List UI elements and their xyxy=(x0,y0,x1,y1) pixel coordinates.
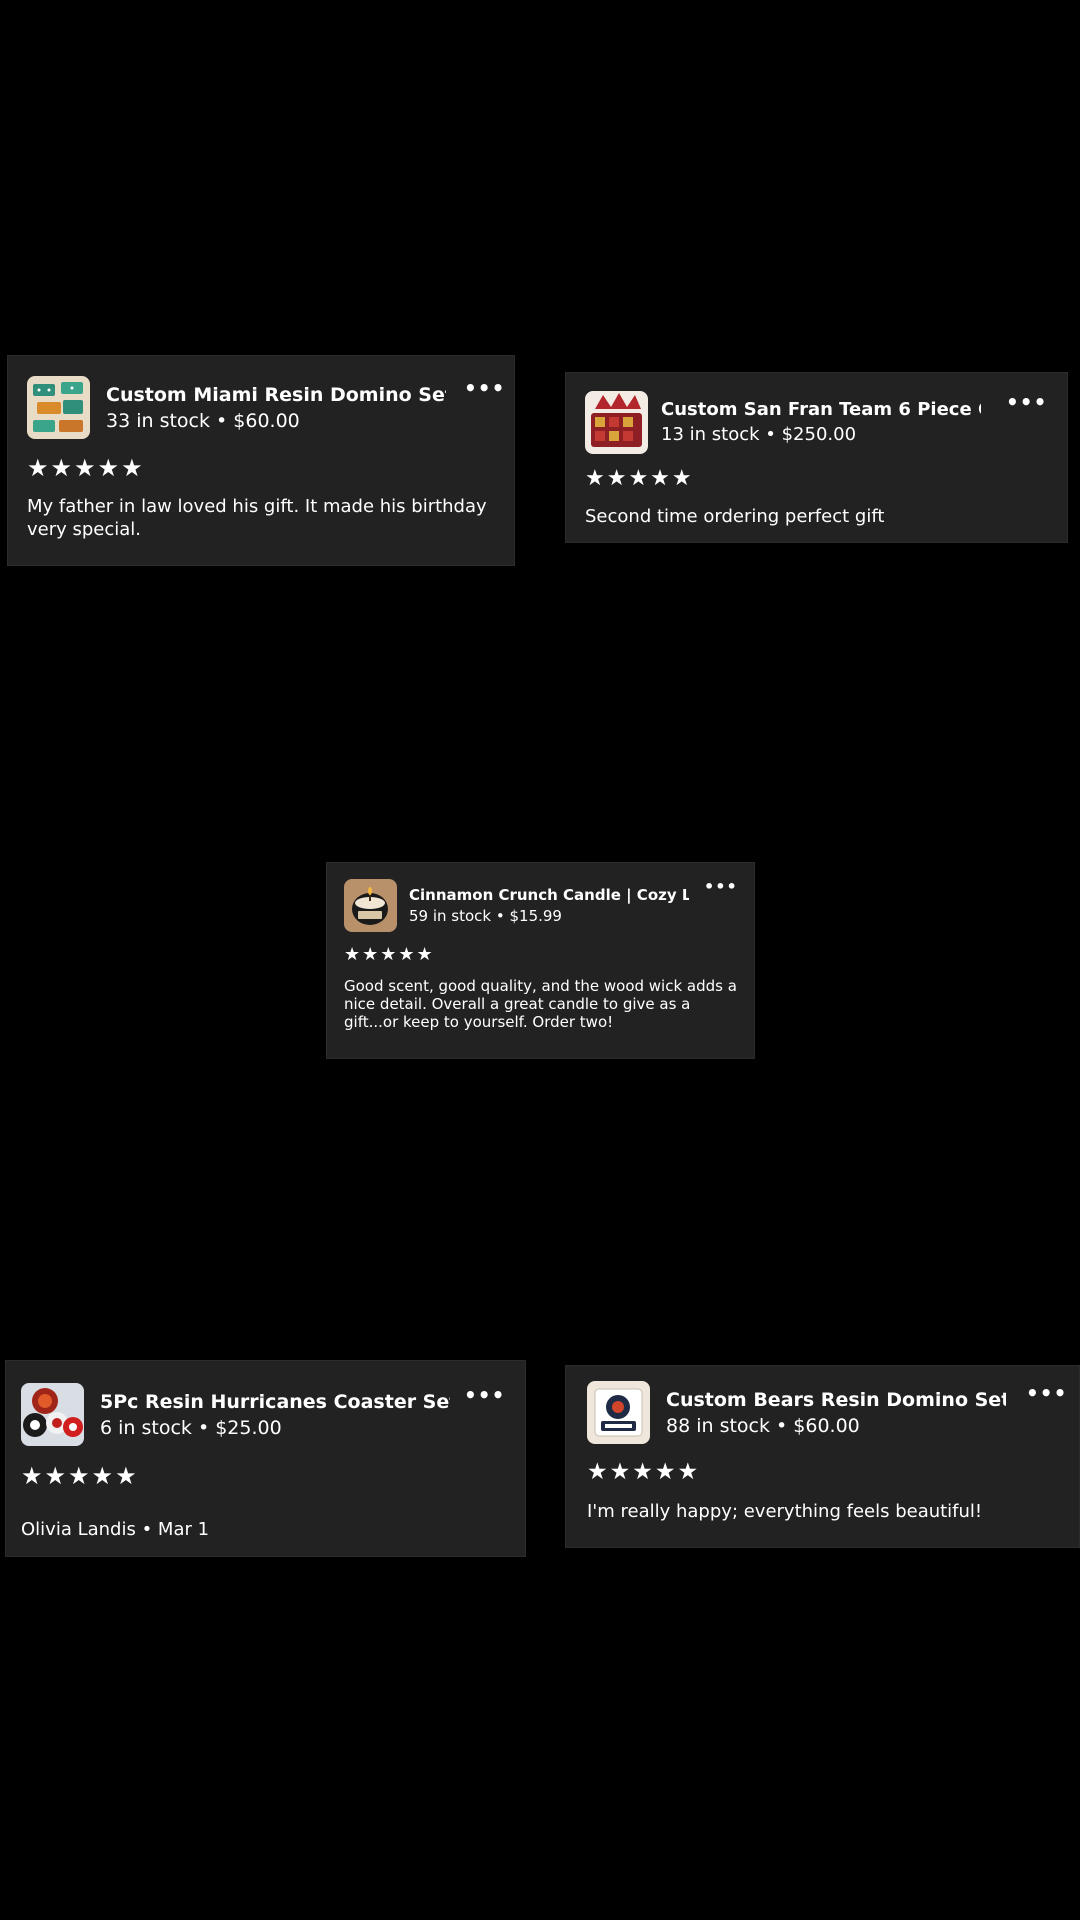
stock-price: 59 in stock • $15.99 xyxy=(409,907,562,925)
game-set-thumbnail[interactable] xyxy=(585,391,648,454)
star-rating: ★★★★★ xyxy=(21,1462,139,1490)
review-text: I'm really happy; everything feels beaut… xyxy=(587,1501,983,1522)
review-card[interactable]: 5Pc Resin Hurricanes Coaster Set ... 6 i… xyxy=(5,1360,526,1557)
coaster-set-thumbnail[interactable] xyxy=(21,1383,84,1446)
review-card[interactable]: Custom Bears Resin Domino Set | ... 88 i… xyxy=(565,1365,1080,1548)
more-options-icon[interactable]: ••• xyxy=(464,1385,505,1405)
listing-title[interactable]: Custom Bears Resin Domino Set | ... xyxy=(666,1389,1006,1411)
more-options-icon[interactable]: ••• xyxy=(1026,1383,1067,1403)
candle-thumbnail[interactable] xyxy=(344,879,397,932)
listing-title[interactable]: Custom San Fran Team 6 Piece Ga... xyxy=(661,399,981,420)
review-text: Second time ordering perfect gift xyxy=(585,506,885,527)
star-rating: ★★★★★ xyxy=(27,454,145,482)
listing-title[interactable]: Custom Miami Resin Domino Set | ... xyxy=(106,384,446,406)
listing-title[interactable]: 5Pc Resin Hurricanes Coaster Set ... xyxy=(100,1391,450,1413)
stock-price: 88 in stock • $60.00 xyxy=(666,1415,860,1437)
star-rating: ★★★★★ xyxy=(587,1459,701,1485)
more-options-icon[interactable]: ••• xyxy=(464,378,505,398)
domino-set-thumbnail[interactable] xyxy=(27,376,90,439)
listing-title[interactable]: Cinnamon Crunch Candle | Cozy L... xyxy=(409,886,689,904)
review-text: My father in law loved his gift. It made… xyxy=(27,496,487,540)
review-card[interactable]: Cinnamon Crunch Candle | Cozy L... 59 in… xyxy=(326,862,755,1059)
review-card[interactable]: Custom San Fran Team 6 Piece Ga... 13 in… xyxy=(565,372,1068,543)
stock-price: 33 in stock • $60.00 xyxy=(106,410,300,432)
stock-price: 13 in stock • $250.00 xyxy=(661,424,857,445)
star-rating: ★★★★★ xyxy=(585,466,694,491)
bears-domino-thumbnail[interactable] xyxy=(587,1381,650,1444)
more-options-icon[interactable]: ••• xyxy=(1006,392,1047,412)
star-rating: ★★★★★ xyxy=(344,944,435,965)
review-text: Good scent, good quality, and the wood w… xyxy=(344,977,737,1031)
stock-price: 6 in stock • $25.00 xyxy=(100,1417,282,1439)
more-options-icon[interactable]: ••• xyxy=(704,879,738,895)
reviewer-name-date: Olivia Landis • Mar 1 xyxy=(21,1519,210,1540)
review-card[interactable]: Custom Miami Resin Domino Set | ... 33 i… xyxy=(7,355,515,566)
